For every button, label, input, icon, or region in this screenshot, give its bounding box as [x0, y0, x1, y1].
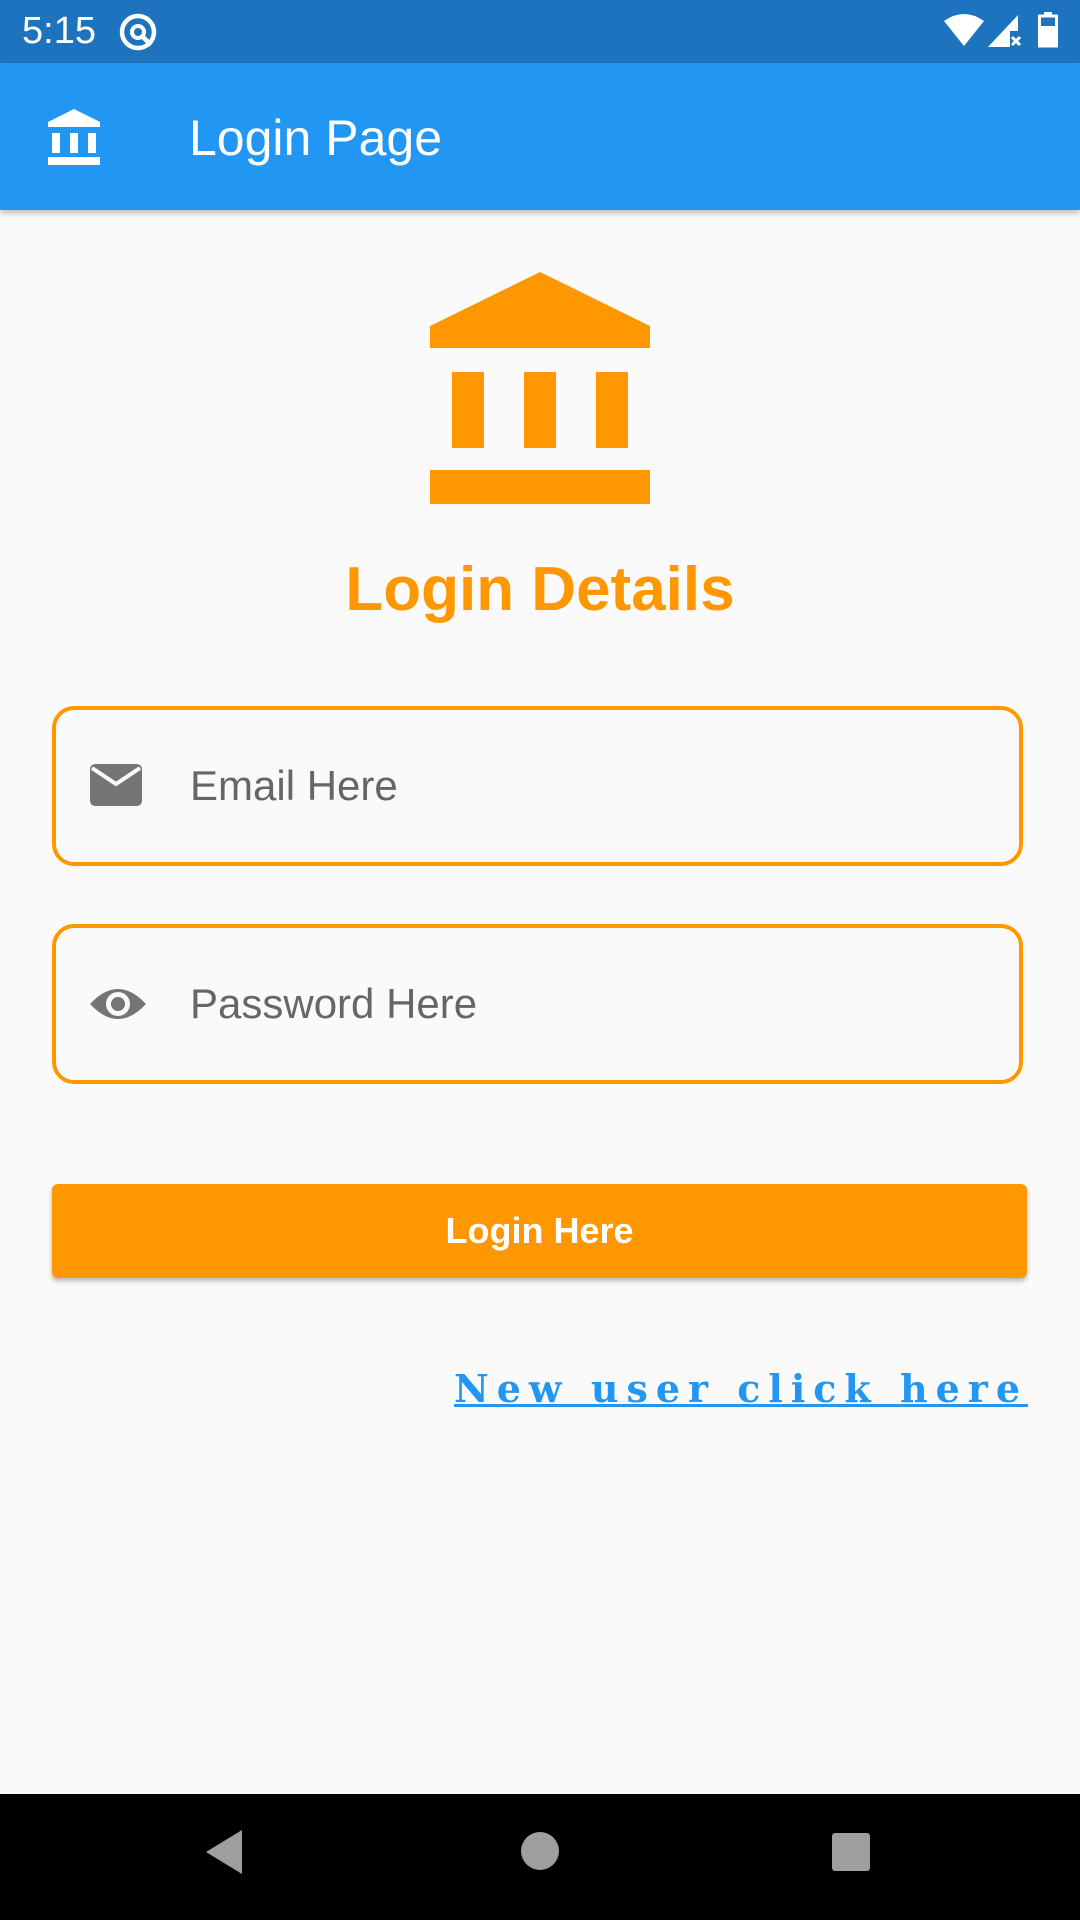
app-notification-icon — [119, 13, 157, 51]
recent-square-icon[interactable] — [830, 1831, 872, 1873]
bank-icon — [48, 109, 100, 165]
status-bar: 5:15 — [0, 0, 1080, 63]
password-input[interactable] — [190, 964, 970, 1044]
login-screen: 5:15 Login Page Login Details Email Here… — [0, 0, 1080, 1920]
password-field[interactable] — [52, 924, 1023, 1084]
navigation-bar — [0, 1794, 1080, 1920]
eye-icon[interactable] — [88, 980, 148, 1028]
bank-icon — [430, 272, 650, 504]
wifi-icon — [944, 14, 984, 46]
back-triangle-icon[interactable] — [204, 1828, 246, 1876]
home-circle-icon[interactable] — [519, 1830, 561, 1872]
email-input[interactable] — [190, 746, 970, 826]
app-bar: Login Page — [0, 63, 1080, 210]
status-time: 5:15 — [22, 10, 96, 52]
new-user-link[interactable]: New user click here — [454, 1366, 1028, 1411]
page-title: Login Page — [189, 110, 443, 166]
login-details-heading: Login Details — [345, 555, 735, 624]
login-button[interactable]: Login Here — [52, 1184, 1027, 1278]
email-field[interactable] — [52, 706, 1023, 866]
battery-icon — [1038, 12, 1058, 48]
signal-no-data-icon — [988, 15, 1022, 47]
mail-icon — [90, 764, 142, 806]
